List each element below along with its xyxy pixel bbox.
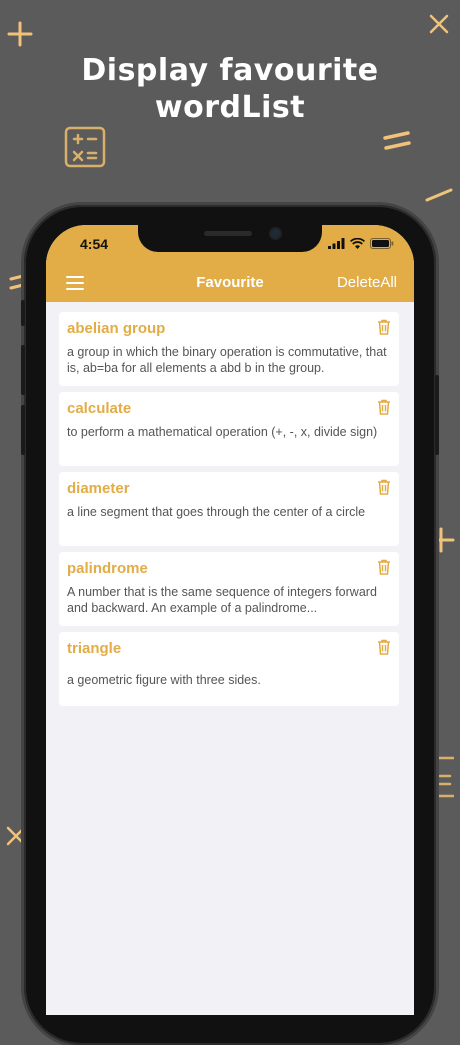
trash-icon[interactable] (377, 479, 391, 495)
word-definition: a geometric figure with three sides. (67, 673, 261, 687)
trash-icon[interactable] (377, 639, 391, 655)
word-definition: to perform a mathematical operation (+, … (67, 425, 378, 439)
word-title: abelian group (67, 320, 166, 337)
phone-volume-down-button (21, 405, 25, 455)
trash-icon[interactable] (377, 319, 391, 335)
word-definition: A number that is the same sequence of in… (67, 585, 377, 615)
word-title: calculate (67, 400, 132, 417)
status-icons (328, 238, 394, 249)
list-item[interactable]: abelian group a group in which the binar… (59, 312, 399, 386)
headline-line-2: wordList (154, 90, 306, 125)
phone-volume-up-button (21, 345, 25, 395)
list-item[interactable]: triangle a geometric figure with three s… (59, 632, 399, 706)
trash-icon[interactable] (377, 399, 391, 415)
word-title: palindrome (67, 560, 148, 577)
word-title: triangle (67, 640, 122, 657)
phone-side-button (21, 300, 25, 326)
phone-power-button (435, 375, 439, 455)
wifi-icon (350, 238, 365, 249)
app-screen: 4:54 Favourite DeleteAll abelian group a… (46, 225, 414, 1015)
phone-notch (138, 225, 322, 252)
list-item[interactable]: diameter a line segment that goes throug… (59, 472, 399, 546)
times-decoration-icon (429, 14, 449, 34)
equals-decoration-icon-left (9, 274, 25, 290)
status-time: 4:54 (80, 236, 109, 252)
word-definition: a group in which the binary operation is… (67, 345, 387, 375)
plus-decoration-icon (7, 21, 33, 47)
favourite-word-list: abelian group a group in which the binar… (59, 312, 399, 712)
word-definition: a line segment that goes through the cen… (67, 505, 366, 519)
front-camera (271, 229, 280, 238)
minus-decoration-icon (425, 188, 453, 202)
calculator-decoration-icon (64, 126, 106, 168)
list-item[interactable]: palindrome A number that is the same seq… (59, 552, 399, 626)
plus-decoration-icon-right (433, 527, 455, 553)
word-title: diameter (67, 480, 130, 497)
trash-icon[interactable] (377, 559, 391, 575)
promo-headline: Display favourite wordList (0, 52, 460, 126)
battery-icon (370, 238, 394, 249)
earpiece-speaker (204, 231, 252, 236)
headline-line-1: Display favourite (81, 53, 379, 88)
navigation-bar: 4:54 Favourite DeleteAll (46, 225, 414, 302)
delete-all-button[interactable]: DeleteAll (337, 274, 397, 291)
list-item[interactable]: calculate to perform a mathematical oper… (59, 392, 399, 466)
equals-decoration-icon (383, 131, 411, 150)
cellular-signal-icon (328, 238, 345, 249)
